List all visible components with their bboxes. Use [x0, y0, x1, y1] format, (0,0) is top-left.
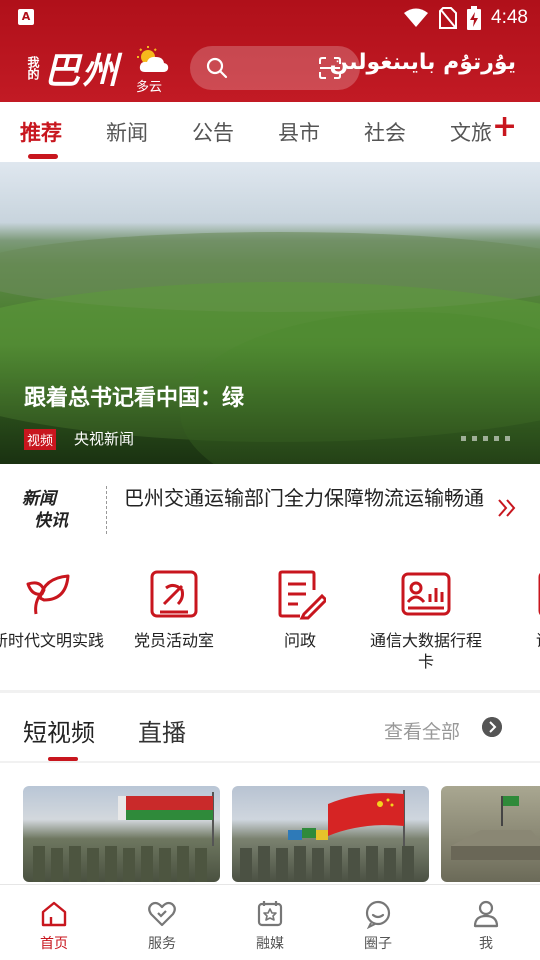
- app-notification-icon: A: [18, 9, 34, 25]
- partly-cloudy-icon: [137, 46, 169, 72]
- tab-counties[interactable]: 县市: [278, 117, 320, 147]
- data-card-icon: [401, 572, 451, 616]
- tab-culture-tourism[interactable]: 文旅: [450, 117, 492, 147]
- bottom-navigation: 首页 服务 融媒 圈子 我: [0, 884, 540, 960]
- carousel-dot: [472, 436, 477, 441]
- nav-service[interactable]: 服务: [122, 899, 202, 953]
- news-flash-headline[interactable]: 巴州交通运输部门全力保障物流运输畅通: [124, 482, 484, 514]
- logo-name: 巴州: [44, 50, 121, 92]
- chevron-right-circle-icon[interactable]: [482, 717, 502, 737]
- tab-short-video[interactable]: 短视频: [23, 713, 95, 748]
- video-tag-badge: 视频: [24, 429, 57, 450]
- status-right: 4:48: [403, 4, 528, 32]
- quick-services: 新时代文明实践 党员活动室 问政 通信大数据行程卡 话费: [0, 556, 540, 690]
- weather-text: 多云: [136, 80, 163, 95]
- divider: [106, 486, 107, 534]
- nav-media[interactable]: 融媒: [230, 899, 310, 953]
- search-icon: [206, 57, 228, 79]
- carousel-indicator: [461, 436, 510, 441]
- see-all-link[interactable]: 查看全部: [384, 717, 460, 744]
- video-thumbnail[interactable]: [232, 786, 429, 882]
- weather-widget[interactable]: 多云: [134, 44, 170, 95]
- tab-recommend[interactable]: 推荐: [20, 117, 62, 147]
- sprout-icon: [26, 574, 70, 615]
- app-logo[interactable]: 我的 巴州: [26, 44, 120, 92]
- edit-document-icon: [278, 570, 326, 620]
- service-label: 问政: [283, 631, 316, 650]
- status-time: 4:48: [491, 7, 528, 28]
- service-label: 新时代文明实践: [0, 631, 104, 650]
- service-inquiry[interactable]: 问政: [240, 568, 360, 651]
- nav-home[interactable]: 首页: [14, 899, 94, 953]
- hero-source: 央视新闻: [74, 430, 135, 448]
- news-flash[interactable]: 新闻 快讯 巴州交通运输部门全力保障物流运输畅通: [0, 464, 540, 556]
- service-phone-bill[interactable]: 话费: [492, 568, 540, 651]
- chat-icon: [365, 900, 391, 929]
- video-section-header: 短视频 直播 查看全部: [0, 693, 540, 761]
- phone-bill-icon: [538, 572, 540, 616]
- battery-charging-icon: [467, 6, 482, 30]
- short-video-list: [0, 763, 540, 885]
- nav-label: 服务: [148, 936, 176, 952]
- carousel-dot: [494, 436, 499, 441]
- wifi-icon: [404, 8, 429, 27]
- news-flash-logo-line2: 快讯: [34, 511, 68, 531]
- top-header-area: A 4:48 我的 巴州 多云 يۇرتۇم بايىنغولىن: [0, 0, 540, 102]
- service-label: 通信大数据行程卡: [369, 631, 482, 671]
- carousel-dot: [483, 436, 488, 441]
- uyghur-app-title: يۇرتۇم بايىنغولىن: [329, 50, 516, 75]
- vehicle-image: [451, 796, 540, 860]
- service-label: 话费: [492, 630, 540, 651]
- add-channel-button[interactable]: +: [492, 112, 517, 142]
- nav-label: 首页: [40, 936, 68, 952]
- status-bar: A 4:48: [0, 0, 540, 36]
- tab-news[interactable]: 新闻: [106, 117, 148, 147]
- app-header: 我的 巴州 多云 يۇرتۇم بايىنغولىن: [0, 36, 540, 102]
- tab-society[interactable]: 社会: [364, 117, 406, 147]
- nav-label: 融媒: [256, 936, 284, 952]
- heart-service-icon: [148, 901, 176, 927]
- nav-label: 圈子: [364, 936, 392, 952]
- flag-image: [33, 792, 214, 882]
- video-thumbnail[interactable]: [23, 786, 220, 882]
- hero-banner[interactable]: 跟着总书记看中国：绿 视频 央视新闻: [0, 162, 540, 464]
- service-travel-card[interactable]: 通信大数据行程卡: [366, 568, 486, 672]
- service-party-room[interactable]: 党员活动室: [114, 568, 234, 651]
- user-icon: [473, 900, 499, 928]
- party-emblem-icon: [150, 570, 198, 618]
- news-flash-logo: 新闻 快讯: [22, 488, 94, 534]
- flag-image: [240, 790, 414, 882]
- hero-title: 跟着总书记看中国：绿: [24, 386, 245, 411]
- app-screen: A 4:48 我的 巴州 多云 يۇرتۇم بايىنغولىن 推荐 新闻 …: [0, 0, 540, 960]
- nav-me[interactable]: 我: [446, 899, 526, 953]
- video-thumbnail[interactable]: [441, 786, 540, 882]
- home-icon: [41, 901, 67, 927]
- double-chevron-right-icon[interactable]: [496, 497, 518, 519]
- logo-prefix: 我的: [26, 56, 40, 80]
- carousel-dot: [461, 436, 466, 441]
- carousel-dot: [505, 436, 510, 441]
- media-icon: [257, 901, 283, 927]
- active-tab-indicator: [28, 154, 58, 159]
- nav-label: 我: [479, 936, 493, 952]
- service-label: 党员活动室: [133, 631, 214, 650]
- news-flash-logo-line1: 新闻: [22, 489, 56, 509]
- channel-tabs: 推荐 新闻 公告 县市 社会 文旅 +: [0, 102, 540, 162]
- tab-live[interactable]: 直播: [138, 713, 186, 748]
- service-civilization-practice[interactable]: 新时代文明实践: [0, 568, 108, 651]
- no-sim-icon: [439, 7, 458, 29]
- tab-notice[interactable]: 公告: [192, 117, 234, 147]
- nav-circle[interactable]: 圈子: [338, 899, 418, 953]
